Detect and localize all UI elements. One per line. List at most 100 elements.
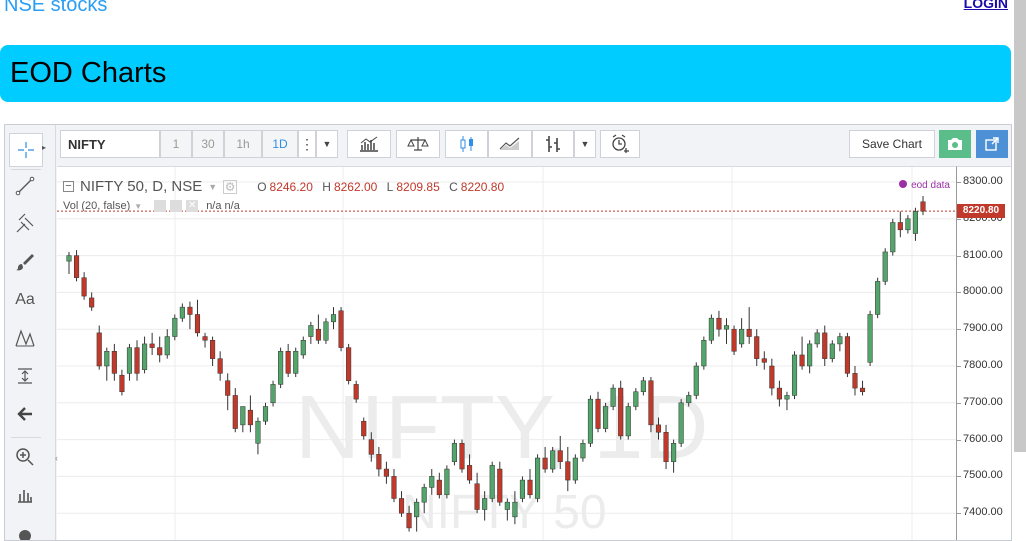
camera-icon[interactable] — [939, 130, 971, 158]
price-tick — [957, 366, 961, 367]
candle-body — [391, 476, 397, 499]
login-link[interactable]: LOGIN — [964, 0, 1008, 11]
chart-style-dropdown-icon[interactable]: ▼ — [574, 130, 596, 158]
close-icon[interactable]: ✕ — [186, 200, 199, 212]
candle-body — [497, 468, 503, 503]
candle-body — [210, 339, 216, 359]
legend-dropdown-icon[interactable]: ▼ — [208, 182, 217, 192]
price-tick-label: 8300.00 — [963, 175, 1003, 187]
alert-clock-icon[interactable] — [600, 130, 640, 158]
price-scale[interactable]: 8300.008200.008100.008000.007900.007800.… — [956, 166, 1011, 540]
pattern-icon[interactable] — [9, 322, 41, 354]
magnet-icon[interactable] — [9, 479, 41, 511]
price-tick — [957, 402, 961, 404]
interval-30[interactable]: 30 — [192, 130, 224, 158]
candle-body — [663, 431, 669, 462]
candle-body — [633, 391, 639, 407]
interval-1d[interactable]: 1D — [262, 130, 298, 158]
site-title[interactable]: NSE stocks — [4, 0, 107, 17]
candle-body — [104, 351, 110, 367]
candle-body — [414, 501, 420, 518]
candle-body — [580, 443, 586, 459]
candle-body — [142, 343, 148, 370]
candle-body — [361, 420, 367, 437]
candle-body — [587, 398, 594, 444]
ohlc-l-label: L — [386, 179, 394, 194]
candle-body — [353, 384, 359, 400]
gear-icon[interactable] — [170, 200, 183, 212]
candle-body — [217, 358, 223, 374]
popout-icon[interactable] — [976, 130, 1008, 158]
candle-body — [776, 387, 782, 400]
collapse-icon[interactable]: − — [63, 181, 74, 192]
banner-title: EOD Charts — [10, 57, 167, 89]
candle-body — [293, 351, 299, 374]
ohlc-h: 8262.00 — [333, 179, 378, 194]
bars-chart-icon[interactable] — [532, 130, 574, 158]
symbol-input[interactable] — [60, 130, 160, 158]
zoom-in-icon[interactable] — [9, 441, 41, 473]
price-tick — [957, 255, 961, 257]
price-tick-label: 7600.00 — [963, 432, 1003, 445]
ohlc-c: 8220.80 — [460, 179, 505, 194]
settings-icon[interactable]: ⚙ — [223, 179, 238, 194]
volume-dropdown-icon[interactable]: ▼ — [134, 202, 142, 211]
candle-body — [595, 398, 601, 429]
page-scrollbar[interactable] — [1014, 0, 1026, 452]
candle-body — [126, 347, 133, 374]
save-chart-button[interactable]: Save Chart — [849, 130, 935, 158]
main-legend: − NIFTY 50, D, NSE ▼ ⚙ O 8246.20 H 8262.00… — [63, 178, 510, 195]
source-dot-icon — [899, 180, 908, 188]
candle-body — [535, 457, 541, 499]
candle-body — [686, 395, 692, 404]
interval-dropdown-icon[interactable]: ▼ — [316, 130, 338, 158]
brush-icon[interactable] — [9, 246, 41, 278]
indicators-icon[interactable] — [347, 130, 391, 158]
candle-body — [671, 443, 677, 462]
candle-body — [194, 314, 201, 334]
price-tick — [957, 476, 961, 478]
candle-body — [368, 439, 374, 455]
candle-body — [376, 454, 382, 470]
candle-body — [625, 406, 631, 437]
candle-body — [746, 328, 752, 337]
price-tick-label: 7500.00 — [963, 469, 1003, 482]
candle-body — [769, 365, 775, 389]
ohlc-h-label: H — [322, 179, 331, 194]
candlestick-chart[interactable] — [57, 167, 956, 541]
candle-body — [164, 336, 170, 356]
candle-body — [111, 351, 117, 374]
candle-body — [398, 498, 405, 514]
candle-body — [179, 306, 185, 319]
price-tick-label: 7400.00 — [963, 506, 1003, 519]
candle-body — [240, 406, 246, 426]
volume-label: Vol (20, false) — [63, 200, 131, 212]
price-tick — [957, 182, 961, 183]
back-arrow-icon[interactable] — [9, 398, 41, 430]
eye-icon[interactable] — [154, 200, 167, 212]
interval-1[interactable]: 1 — [160, 130, 192, 158]
crosshair-icon[interactable] — [9, 133, 43, 167]
candle-body — [270, 384, 276, 404]
candle-body — [466, 465, 473, 481]
drawing-toolbar: ▸ Aa — [5, 125, 56, 540]
candles-icon[interactable] — [445, 130, 488, 158]
candle-body — [232, 395, 238, 429]
candle-body — [489, 465, 495, 499]
lock-icon[interactable] — [9, 520, 41, 540]
collapse-toolbar-icon[interactable]: ‹ — [55, 453, 58, 463]
chart-pane[interactable]: NIFTY, 1D NIFTY 50 − NIFTY 50, D, NSE ▼ … — [57, 166, 956, 541]
more-intervals-icon[interactable]: ⋮ — [298, 130, 316, 158]
candle-body — [421, 487, 427, 503]
candle-body — [225, 380, 231, 396]
measure-icon[interactable] — [9, 360, 41, 392]
interval-1h[interactable]: 1h — [224, 130, 262, 158]
text-tool-icon[interactable]: Aa — [9, 284, 41, 316]
candle-body — [640, 380, 646, 393]
compare-icon[interactable] — [396, 130, 440, 158]
tool-expand-icon[interactable]: ▸ — [42, 143, 46, 152]
trend-line-icon[interactable] — [9, 170, 41, 202]
area-chart-icon[interactable] — [488, 130, 532, 158]
ohlc-l: 8209.85 — [396, 179, 440, 194]
pitchfork-icon[interactable] — [9, 208, 41, 240]
